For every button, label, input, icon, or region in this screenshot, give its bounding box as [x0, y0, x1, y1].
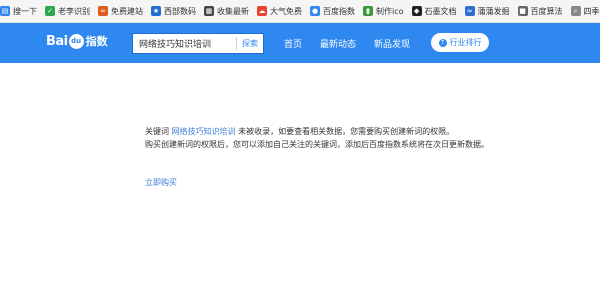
bookmark-item[interactable]: ☁ 大气免费 — [257, 6, 302, 17]
bookmark-item[interactable]: ■ 百度算法 — [517, 6, 563, 17]
bookmark-item[interactable]: ▮ 制作ico — [363, 6, 404, 17]
bookmark-label: 蒲蒲发掘 — [477, 6, 510, 16]
search-button[interactable]: 探索 — [236, 37, 263, 50]
bookmark-item[interactable]: ▦ 收集最新 — [204, 6, 249, 17]
bookmark-item[interactable]: ∞ 免费建站 — [98, 6, 143, 17]
search-box: 探索 — [132, 33, 264, 54]
chart-icon: ▮ — [363, 6, 373, 16]
paw-icon: ● — [310, 6, 320, 16]
paw-icon: du — [68, 33, 84, 49]
search-icon: ⌕ — [570, 6, 581, 16]
nav-latest-news[interactable]: 最新动态 — [320, 37, 356, 50]
industry-ranking-button[interactable]: ↑ 行业排行 — [431, 33, 489, 52]
bookmark-item[interactable]: ◆ 石墨文档 — [411, 6, 457, 17]
bookmark-item[interactable]: ▤ 搜一下 — [0, 6, 37, 17]
nav-home[interactable]: 首页 — [284, 37, 302, 50]
page-icon: ▤ — [0, 6, 10, 16]
bookmarks-bar: ▤ 搜一下 ✓ 老李识别 ∞ 免费建站 ★ 西部数码 ▦ 收集最新 ☁ 大气免费 ● 百度指数 ▮ 制作ico… — [0, 0, 600, 23]
main-nav: 首页 最新动态 新品发现 — [284, 23, 428, 63]
green-check-icon: ✓ — [45, 6, 55, 16]
keyword-link[interactable]: 网络技巧知识培训 — [172, 127, 236, 136]
cloud-icon: ☁ — [257, 6, 267, 16]
nav-new-discovery[interactable]: 新品发现 — [374, 37, 410, 50]
wave-icon: ≈ — [464, 6, 475, 16]
message-line-1-text: 未被收录，如要查看相关数据，您需要购买创建新词的权限。 — [238, 127, 455, 136]
bookmark-label: 石墨文档 — [424, 6, 457, 16]
bookmark-label: 百度算法 — [530, 6, 563, 16]
keyword-prefix: 关键词 — [145, 127, 169, 136]
bookmark-item[interactable]: ⌕四季网解析 — [570, 6, 600, 17]
bookmark-item[interactable]: ✓ 老李识别 — [45, 6, 90, 17]
industry-ranking-label: 行业排行 — [449, 38, 482, 47]
ranking-icon: ↑ — [438, 38, 447, 47]
bookmark-label: 收集最新 — [217, 6, 249, 16]
site-header: Bai du 指数 探索 首页 最新动态 新品发现 ↑ 行业排行 — [0, 23, 600, 63]
bookmark-label: 制作ico — [376, 6, 404, 16]
message-line-2: 购买创建新词的权限后，您可以添加自己关注的关键词，添加后百度指数系统将在次日更新… — [145, 140, 489, 149]
bookmark-label: 免费建站 — [111, 6, 143, 16]
bookmark-item[interactable]: ● 百度指数 — [310, 6, 355, 17]
message-line-1: 关键词 网络技巧知识培训 未被收录，如要查看相关数据，您需要购买创建新词的权限。 — [145, 126, 585, 137]
bookmark-item[interactable]: ≈ 蒲蒲发掘 — [464, 6, 510, 17]
bookmark-label: 四季网解析 — [583, 6, 600, 16]
bookmark-label: 大气免费 — [270, 6, 302, 16]
logo-subtitle: 指数 — [85, 35, 108, 48]
star-icon: ★ — [151, 6, 161, 16]
buy-now-link[interactable]: 立即购买 — [145, 177, 177, 188]
bookmark-label: 百度指数 — [323, 6, 355, 16]
bookmark-label: 老李识别 — [58, 6, 90, 16]
bookmark-item[interactable]: ★ 西部数码 — [151, 6, 196, 17]
logo-text: Bai — [46, 33, 68, 49]
fire-icon: ◆ — [411, 6, 422, 16]
bookmark-label: 西部数码 — [164, 6, 196, 16]
search-input[interactable] — [133, 34, 236, 53]
bookmark-label: 搜一下 — [13, 6, 37, 16]
not-indexed-message: 关键词 网络技巧知识培训 未被收录，如要查看相关数据，您需要购买创建新词的权限。… — [145, 126, 585, 152]
grid-icon: ▦ — [204, 6, 214, 16]
baidu-index-logo[interactable]: Bai du 指数 — [46, 33, 108, 49]
box-icon: ■ — [517, 6, 528, 16]
loop-icon: ∞ — [98, 6, 108, 16]
